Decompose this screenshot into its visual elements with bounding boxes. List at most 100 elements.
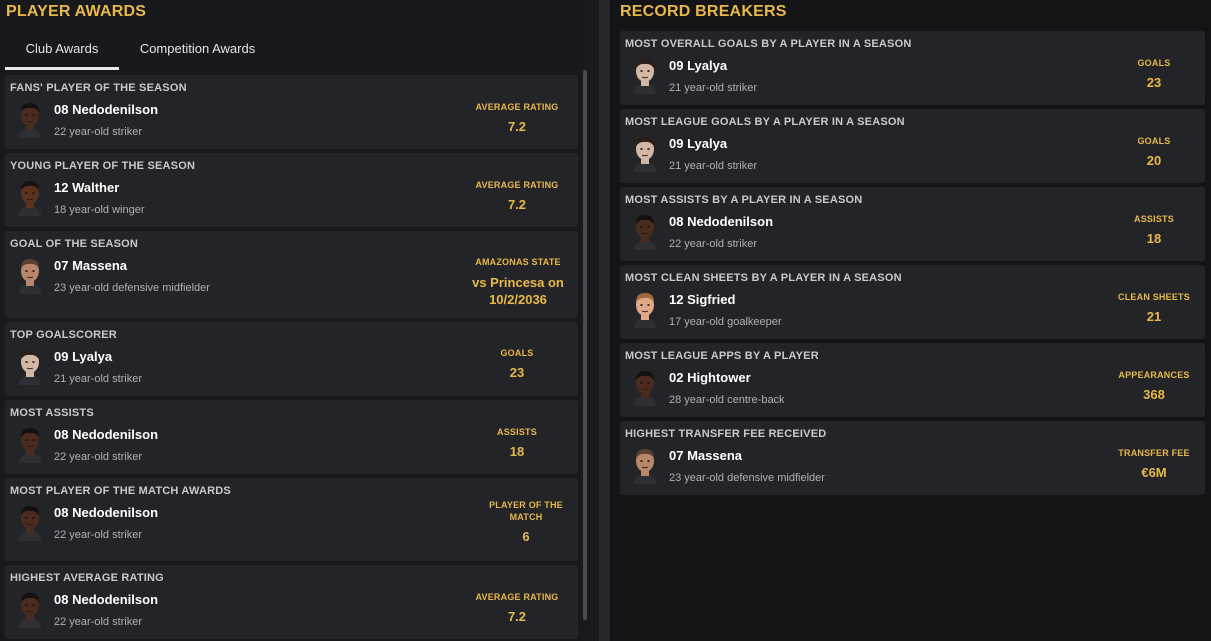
stat-value: 21 [1146,309,1162,324]
player-name[interactable]: 07 Massena [54,258,127,273]
record-title: MOST OVERALL GOALS BY A PLAYER IN A SEAS… [625,38,912,50]
record-title: MOST CLEAN SHEETS BY A PLAYER IN A SEASO… [625,272,902,284]
player-awards-title: PLAYER AWARDS [6,3,147,20]
player-avatar-icon[interactable] [632,212,658,250]
awards-scrollbar[interactable] [583,70,587,620]
player-name[interactable]: 07 Massena [669,448,742,463]
player-avatar-icon[interactable] [17,425,43,463]
award-title: FANS' PLAYER OF THE SEASON [10,82,187,94]
award-title: MOST PLAYER OF THE MATCH AWARDS [10,485,231,497]
award-title: MOST ASSISTS [10,407,94,419]
stat-label: GOALS [1137,136,1171,146]
award-card[interactable]: HIGHEST AVERAGE RATING 08 Nedodenilson 22 … [5,565,578,639]
player-name[interactable]: 08 Nedodenilson [669,214,773,229]
player-avatar-icon[interactable] [17,100,43,138]
player-name[interactable]: 08 Nedodenilson [54,427,158,442]
player-description: 28 year-old centre-back [669,394,785,406]
stat-value: 23 [509,365,525,380]
player-name[interactable]: 12 Walther [54,180,119,195]
awards-list: FANS' PLAYER OF THE SEASON 08 Nedodenilso… [5,75,578,641]
player-description: 21 year-old striker [54,373,143,385]
player-avatar-icon[interactable] [17,590,43,628]
stat-label: ASSISTS [1134,214,1174,224]
stat-block: ASSISTS 18 [462,426,572,460]
stat-block: AMAZONAS STATE vs Princesa on 10/2/2036 [464,256,572,308]
award-card[interactable]: FANS' PLAYER OF THE SEASON 08 Nedodenilso… [5,75,578,149]
stat-block: AVERAGE RATING 7.2 [462,101,572,135]
tab-competition-awards[interactable]: Competition Awards [129,36,266,70]
stat-label: AVERAGE RATING [475,180,559,190]
player-name[interactable]: 08 Nedodenilson [54,102,158,117]
award-card[interactable]: MOST ASSISTS 08 Nedodenilson 22 year-old s… [5,400,578,474]
player-avatar-icon[interactable] [17,347,43,385]
stat-label: CLEAN SHEETS [1118,292,1190,302]
stat-label: ASSISTS [497,427,537,437]
stat-value: 23 [1146,75,1162,90]
stat-block: AVERAGE RATING 7.2 [462,179,572,213]
player-name[interactable]: 08 Nedodenilson [54,505,158,520]
award-card[interactable]: YOUNG PLAYER OF THE SEASON 12 Walther 18 y… [5,153,578,227]
player-description: 22 year-old striker [54,126,143,138]
stat-block: PLAYER OF THE MATCH 6 [486,499,566,545]
award-card[interactable]: GOAL OF THE SEASON 07 Massena 23 year-old … [5,231,578,318]
player-name[interactable]: 08 Nedodenilson [54,592,158,607]
record-card[interactable]: MOST LEAGUE APPS BY A PLAYER 02 Hightower… [620,343,1205,417]
tab-club-awards[interactable]: Club Awards [5,36,119,70]
player-name[interactable]: 02 Hightower [669,370,751,385]
stat-label: PLAYER OF THE MATCH [489,500,563,522]
award-title: GOAL OF THE SEASON [10,238,139,250]
award-card[interactable]: TOP GOALSCORER 09 Lyalya 21 year-old strik… [5,322,578,396]
player-name[interactable]: 09 Lyalya [669,136,727,151]
record-title: MOST LEAGUE GOALS BY A PLAYER IN A SEASO… [625,116,905,128]
record-breakers-title: RECORD BREAKERS [620,3,787,20]
stat-label: AVERAGE RATING [475,592,559,602]
stat-value: €6M [1141,465,1167,480]
stat-value: 6 [522,529,530,544]
player-avatar-icon[interactable] [632,446,658,484]
stat-block: AVERAGE RATING 7.2 [462,591,572,625]
stat-block: ASSISTS 18 [1111,213,1197,247]
stat-block: GOALS 23 [462,347,572,381]
stat-label: AVERAGE RATING [475,102,559,112]
player-description: 22 year-old striker [54,529,143,541]
record-card[interactable]: MOST OVERALL GOALS BY A PLAYER IN A SEAS… [620,31,1205,105]
stat-block: APPEARANCES 368 [1111,369,1197,403]
stat-value: 7.2 [507,119,527,134]
player-description: 23 year-old defensive midfielder [54,282,210,294]
stat-label: GOALS [1137,58,1171,68]
record-card[interactable]: HIGHEST TRANSFER FEE RECEIVED 07 Massena 2… [620,421,1205,495]
stat-block: GOALS 20 [1111,135,1197,169]
record-card[interactable]: MOST ASSISTS BY A PLAYER IN A SEASON 08 N… [620,187,1205,261]
player-avatar-icon[interactable] [17,256,43,294]
player-avatar-icon[interactable] [632,134,658,172]
record-title: MOST LEAGUE APPS BY A PLAYER [625,350,819,362]
player-avatar-icon[interactable] [632,56,658,94]
stat-label: GOALS [500,348,534,358]
records-list: MOST OVERALL GOALS BY A PLAYER IN A SEAS… [620,31,1205,499]
stat-value: 18 [509,444,525,459]
player-description: 17 year-old goalkeeper [669,316,782,328]
panel-divider [599,0,610,641]
record-title: MOST ASSISTS BY A PLAYER IN A SEASON [625,194,863,206]
player-description: 23 year-old defensive midfielder [669,472,825,484]
award-title: YOUNG PLAYER OF THE SEASON [10,160,196,172]
award-card[interactable]: MOST PLAYER OF THE MATCH AWARDS 08 Nedode… [5,478,578,561]
player-name[interactable]: 09 Lyalya [54,349,112,364]
record-card[interactable]: MOST LEAGUE GOALS BY A PLAYER IN A SEASO… [620,109,1205,183]
player-avatar-icon[interactable] [632,290,658,328]
award-title: HIGHEST AVERAGE RATING [10,572,164,584]
player-name[interactable]: 09 Lyalya [669,58,727,73]
player-description: 21 year-old striker [669,160,758,172]
player-avatar-icon[interactable] [17,503,43,541]
stat-label: TRANSFER FEE [1118,448,1190,458]
player-name[interactable]: 12 Sigfried [669,292,735,307]
stat-value: 18 [1146,231,1162,246]
record-card[interactable]: MOST CLEAN SHEETS BY A PLAYER IN A SEASO… [620,265,1205,339]
player-description: 22 year-old striker [54,616,143,628]
award-title: TOP GOALSCORER [10,329,117,341]
player-avatar-icon[interactable] [17,178,43,216]
stat-label: APPEARANCES [1118,370,1190,380]
record-title: HIGHEST TRANSFER FEE RECEIVED [625,428,827,440]
player-description: 22 year-old striker [669,238,758,250]
player-avatar-icon[interactable] [632,368,658,406]
